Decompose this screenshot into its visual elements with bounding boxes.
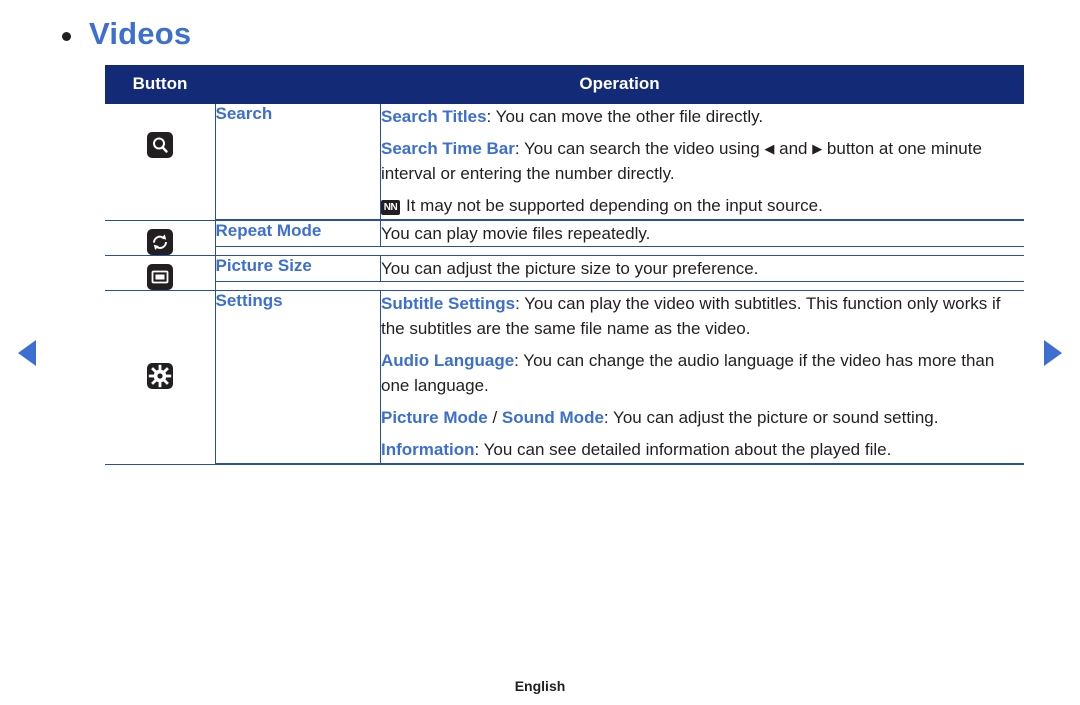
operation-label: Repeat Mode bbox=[215, 220, 381, 247]
operation-description: Subtitle Settings: You can play the vide… bbox=[380, 290, 1024, 464]
button-icon-cell bbox=[105, 220, 216, 256]
table-row: Settings Subtitle Settings: You can play … bbox=[105, 290, 1024, 465]
highlighted-term: Search Titles bbox=[381, 107, 487, 126]
highlighted-term: Search Time Bar bbox=[381, 139, 515, 159]
description-text: and bbox=[774, 139, 813, 159]
description-text: / bbox=[487, 408, 502, 428]
search-icon bbox=[146, 132, 173, 158]
description-text: It may not be supported depending on the… bbox=[406, 196, 823, 216]
highlighted-term: Subtitle Settings bbox=[381, 293, 516, 313]
triangle-right-icon[interactable] bbox=[1044, 340, 1062, 366]
table-header-row: Button Operation bbox=[105, 65, 1024, 104]
description-paragraph: Information: You can see detailed inform… bbox=[381, 437, 1024, 462]
direction-arrow-icon: ◀ bbox=[764, 141, 775, 157]
description-text: : You can search the video using bbox=[514, 139, 765, 159]
highlighted-term: Information bbox=[381, 440, 475, 460]
repeat-icon bbox=[146, 228, 173, 255]
table-row: Repeat Mode You can play movie files repe… bbox=[105, 220, 1024, 256]
description-paragraph: Picture Mode / Sound Mode: You can adjus… bbox=[381, 405, 1024, 430]
note-icon: NN bbox=[381, 200, 400, 216]
highlighted-term: Picture Mode bbox=[381, 408, 488, 428]
table-row: Picture Size You can adjust the picture s… bbox=[105, 255, 1024, 291]
header-operation: Operation bbox=[215, 65, 1024, 104]
description-text: : You can see detailed information about… bbox=[474, 440, 892, 460]
operation-description: You can play movie files repeatedly. bbox=[380, 220, 1024, 247]
operation-description: You can adjust the picture size to your … bbox=[380, 255, 1024, 282]
button-operation-table: Button Operation Search Search Titles: Yo… bbox=[105, 65, 1024, 465]
operation-cell: Search Search Titles: You can move the ot… bbox=[215, 104, 1024, 221]
highlighted-term: Audio Language bbox=[381, 350, 515, 370]
description-paragraph: You can adjust the picture size to your … bbox=[381, 256, 1024, 281]
description-paragraph: You can play movie files repeatedly. bbox=[381, 221, 1024, 246]
operation-cell: Repeat Mode You can play movie files repe… bbox=[215, 220, 1024, 256]
operation-description: Search Titles: You can move the other fi… bbox=[380, 104, 1024, 220]
highlighted-term: Sound Mode bbox=[501, 408, 604, 428]
operation-cell: Settings Subtitle Settings: You can play … bbox=[215, 290, 1024, 465]
description-paragraph: Search Time Bar: You can search the vide… bbox=[381, 136, 1024, 186]
picture-size-icon bbox=[146, 263, 173, 290]
description-text: : You can move the other file directly. bbox=[486, 107, 764, 126]
table-row: Search Search Titles: You can move the ot… bbox=[105, 104, 1024, 221]
page-title-text: Videos bbox=[89, 16, 192, 51]
operation-cell: Picture Size You can adjust the picture s… bbox=[215, 255, 1024, 291]
direction-arrow-icon: ▶ bbox=[812, 141, 823, 157]
bullet-icon bbox=[62, 31, 71, 41]
button-icon-cell bbox=[105, 290, 216, 465]
description-paragraph: Search Titles: You can move the other fi… bbox=[381, 104, 1024, 129]
description-paragraph: NN It may not be supported depending on t… bbox=[381, 193, 1024, 218]
page-title: Videos bbox=[62, 16, 191, 52]
header-button: Button bbox=[105, 65, 215, 104]
description-text: You can play movie files repeatedly. bbox=[381, 223, 651, 243]
document-page: Videos Button Operation Search Search Tit… bbox=[0, 0, 1080, 705]
footer-language: English bbox=[514, 678, 566, 694]
operation-label: Search bbox=[215, 104, 381, 220]
triangle-left-icon[interactable] bbox=[18, 340, 36, 366]
description-text: : You can adjust the picture or sound se… bbox=[603, 408, 939, 428]
operation-label: Settings bbox=[215, 290, 381, 464]
description-text: You can adjust the picture size to your … bbox=[381, 258, 759, 278]
description-paragraph: Audio Language: You can change the audio… bbox=[381, 348, 1024, 398]
button-icon-cell bbox=[105, 104, 216, 221]
operation-label: Picture Size bbox=[215, 255, 381, 282]
button-icon-cell bbox=[105, 255, 216, 291]
description-paragraph: Subtitle Settings: You can play the vide… bbox=[381, 291, 1024, 341]
settings-gear-icon bbox=[146, 362, 173, 389]
